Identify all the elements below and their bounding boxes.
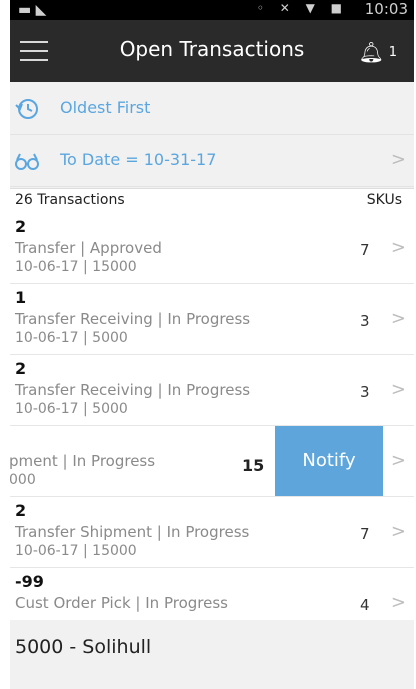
transaction-sku-count: 15	[242, 456, 265, 475]
chevron-right-icon: >	[390, 379, 406, 400]
transaction-meta: 10-06-17 | 15000	[15, 259, 137, 275]
chevron-right-icon: >	[390, 308, 406, 329]
transaction-sku-count: 4	[360, 596, 370, 614]
chevron-right-icon: >	[390, 149, 406, 170]
transaction-id: 2	[15, 501, 27, 520]
notify-button[interactable]: Notify	[275, 426, 383, 496]
transaction-meta: 10-06-17 | 5000	[15, 330, 128, 346]
transaction-id: 1	[15, 288, 27, 307]
transaction-row[interactable]: 2 Transfer Receiving | In Progress 10-06…	[10, 355, 414, 426]
transaction-count: 26 Transactions	[15, 192, 125, 208]
store-name: 5000 - Solihull	[15, 636, 152, 658]
transaction-id: 2	[15, 217, 27, 236]
transaction-sku-count: 3	[360, 383, 370, 401]
transaction-row[interactable]: 1 Transfer Receiving | In Progress 10-06…	[10, 284, 414, 355]
history-icon	[15, 99, 38, 119]
transaction-row-swiped[interactable]: pment | In Progress 000 15 Notify >	[10, 426, 414, 497]
transaction-sku-count: 7	[360, 241, 370, 259]
transaction-id: 2	[15, 359, 27, 378]
status-time: 10:03	[364, 0, 408, 18]
transaction-row[interactable]: 2 Transfer Shipment | In Progress 10-06-…	[10, 497, 414, 568]
page-title: Open Transactions	[119, 37, 305, 61]
sort-row[interactable]: Oldest First	[10, 84, 414, 135]
store-footer: 5000 - Solihull	[10, 620, 414, 680]
chevron-right-icon: >	[390, 237, 406, 258]
transaction-row[interactable]: 2 Transfer | Approved 10-06-17 | 15000 7…	[10, 213, 414, 284]
transaction-sku-count: 3	[360, 312, 370, 330]
chevron-right-icon: >	[390, 450, 406, 471]
status-bar: ▬ ◣ ◦ ✕ ▼ ■ 10:03	[10, 0, 414, 20]
transaction-type: Transfer Receiving | In Progress	[15, 381, 251, 399]
list-header: 26 Transactions SKUs	[10, 188, 414, 214]
transaction-type: Transfer Shipment | In Progress	[15, 523, 250, 541]
sort-label: Oldest First	[60, 98, 151, 117]
transaction-id: -99	[15, 572, 44, 591]
transaction-type: Transfer | Approved	[15, 239, 162, 257]
transaction-meta: 000	[10, 472, 36, 488]
chevron-right-icon: >	[390, 592, 406, 613]
transaction-meta: 10-06-17 | 5000	[15, 401, 128, 417]
app-frame: ▬ ◣ ◦ ✕ ▼ ■ 10:03 Open Transactions 🔔︎ 1…	[10, 0, 414, 689]
transaction-row[interactable]: -99 Cust Order Pick | In Progress 4 >	[10, 568, 414, 621]
notification-bell-icon[interactable]: 🔔︎	[359, 40, 384, 64]
filter-row[interactable]: To Date = 10-31-17 >	[10, 136, 414, 187]
notification-count: 1	[388, 45, 397, 60]
transaction-meta: 10-06-17 | 15000	[15, 543, 137, 559]
chevron-right-icon: >	[390, 521, 406, 542]
transaction-type: pment | In Progress	[10, 452, 156, 470]
filter-label: To Date = 10-31-17	[60, 150, 217, 169]
sku-column-header: SKUs	[366, 192, 402, 208]
status-icons-left: ▬ ◣	[18, 2, 47, 18]
glasses-icon	[15, 153, 39, 170]
transaction-type: Transfer Receiving | In Progress	[15, 310, 251, 328]
status-icons-right: ◦ ✕ ▼ ■	[256, 1, 348, 15]
transaction-sku-count: 7	[360, 525, 370, 543]
transaction-type: Cust Order Pick | In Progress	[15, 594, 228, 612]
app-header: Open Transactions 🔔︎ 1	[10, 20, 414, 82]
